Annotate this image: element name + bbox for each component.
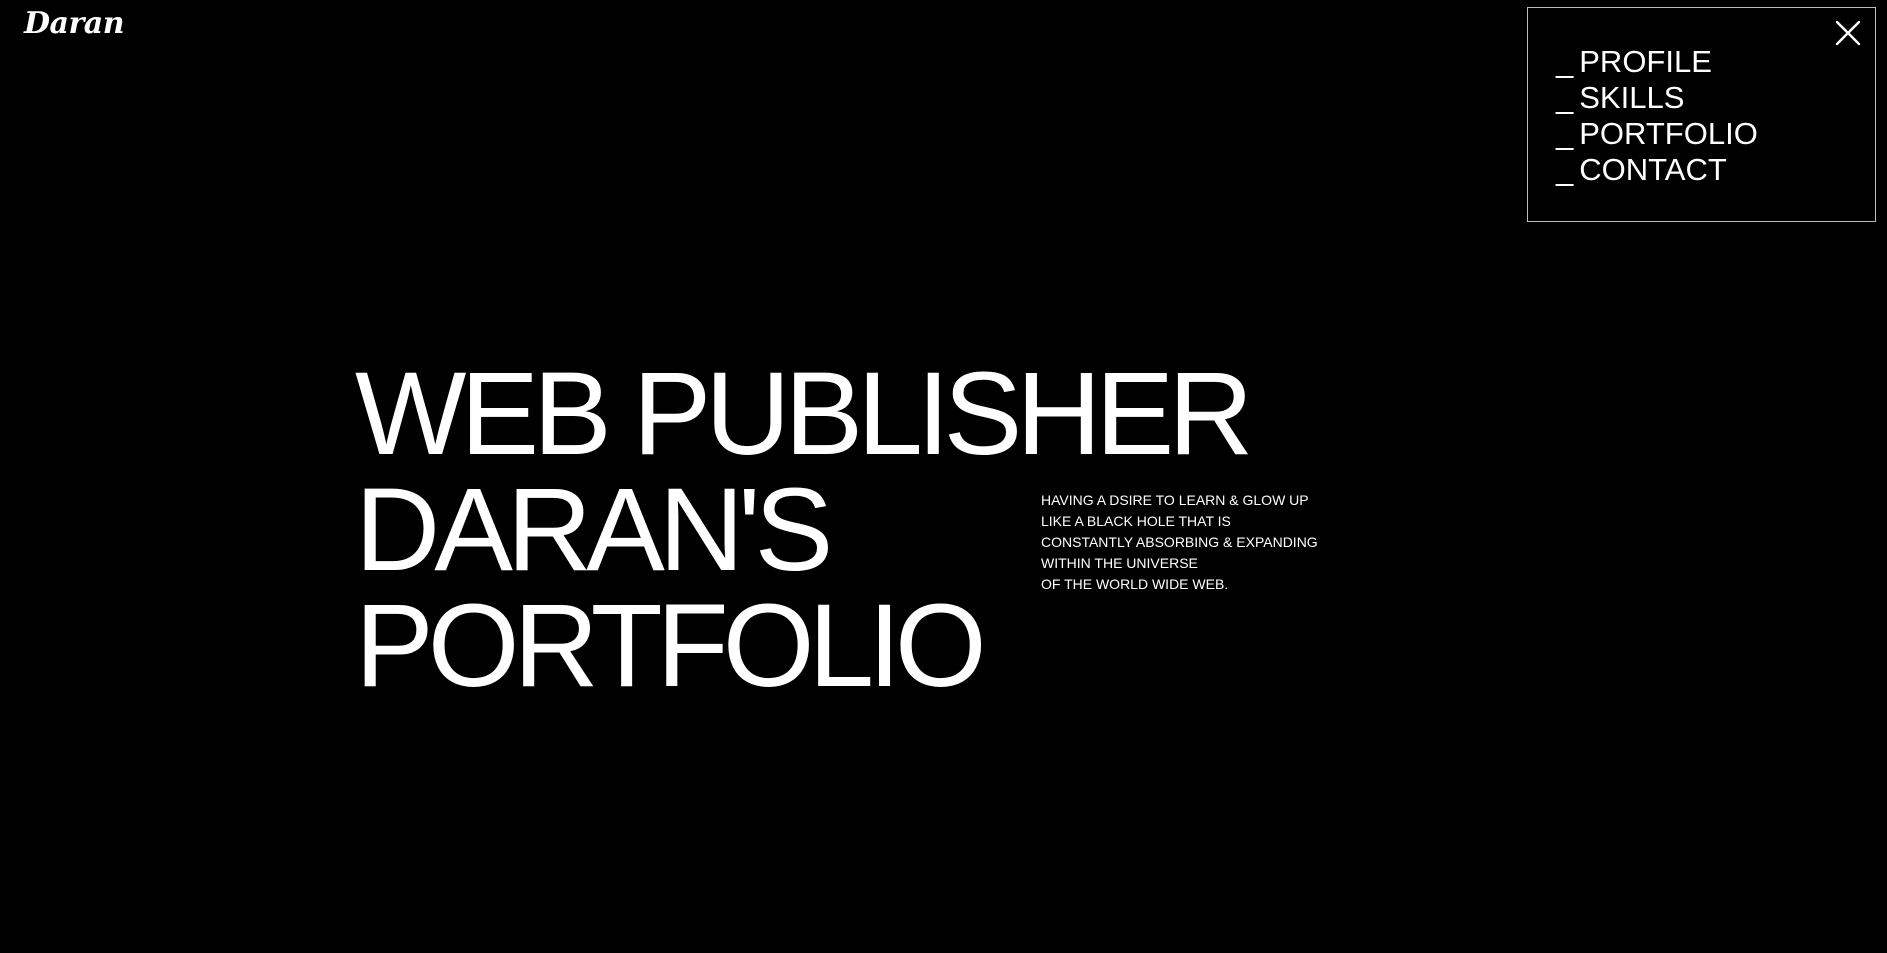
nav-item-label: PROFILE (1579, 44, 1712, 79)
tagline-line: HAVING A DSIRE TO LEARN & GLOW UP (1041, 492, 1309, 508)
logo-link[interactable]: Daran (24, 6, 125, 41)
nav-item-label: PORTFOLIO (1579, 116, 1758, 151)
nav-menu-list: _ PROFILE _ SKILLS _ PORTFOLIO _ CONTACT (1556, 44, 1758, 188)
close-menu-button[interactable] (1833, 18, 1863, 48)
hero-title-line: WEB PUBLISHER (355, 348, 1253, 480)
nav-item-contact[interactable]: _ CONTACT (1556, 152, 1758, 188)
nav-item-profile[interactable]: _ PROFILE (1556, 44, 1758, 80)
hero-tagline: HAVING A DSIRE TO LEARN & GLOW UP LIKE A… (1041, 490, 1318, 595)
nav-item-prefix: _ (1556, 152, 1574, 187)
nav-item-portfolio[interactable]: _ PORTFOLIO (1556, 116, 1758, 152)
nav-item-prefix: _ (1556, 80, 1574, 115)
tagline-line: OF THE WORLD WIDE WEB. (1041, 576, 1229, 592)
tagline-line: CONSTANTLY ABSORBING & EXPANDING (1041, 534, 1318, 550)
nav-item-skills[interactable]: _ SKILLS (1556, 80, 1758, 116)
tagline-line: LIKE A BLACK HOLE THAT IS (1041, 513, 1231, 529)
nav-item-prefix: _ (1556, 116, 1574, 151)
close-icon (1835, 20, 1861, 46)
nav-item-label: SKILLS (1579, 80, 1685, 115)
nav-menu-panel: _ PROFILE _ SKILLS _ PORTFOLIO _ CONTACT (1527, 7, 1876, 222)
nav-item-label: CONTACT (1579, 152, 1727, 187)
tagline-line: WITHIN THE UNIVERSE (1041, 555, 1198, 571)
nav-item-prefix: _ (1556, 44, 1574, 79)
hero-title-line: PORTFOLIO (355, 580, 987, 712)
page: Daran _ PROFILE _ SKILLS _ PORTFOLIO _ CONTA… (0, 0, 1887, 953)
